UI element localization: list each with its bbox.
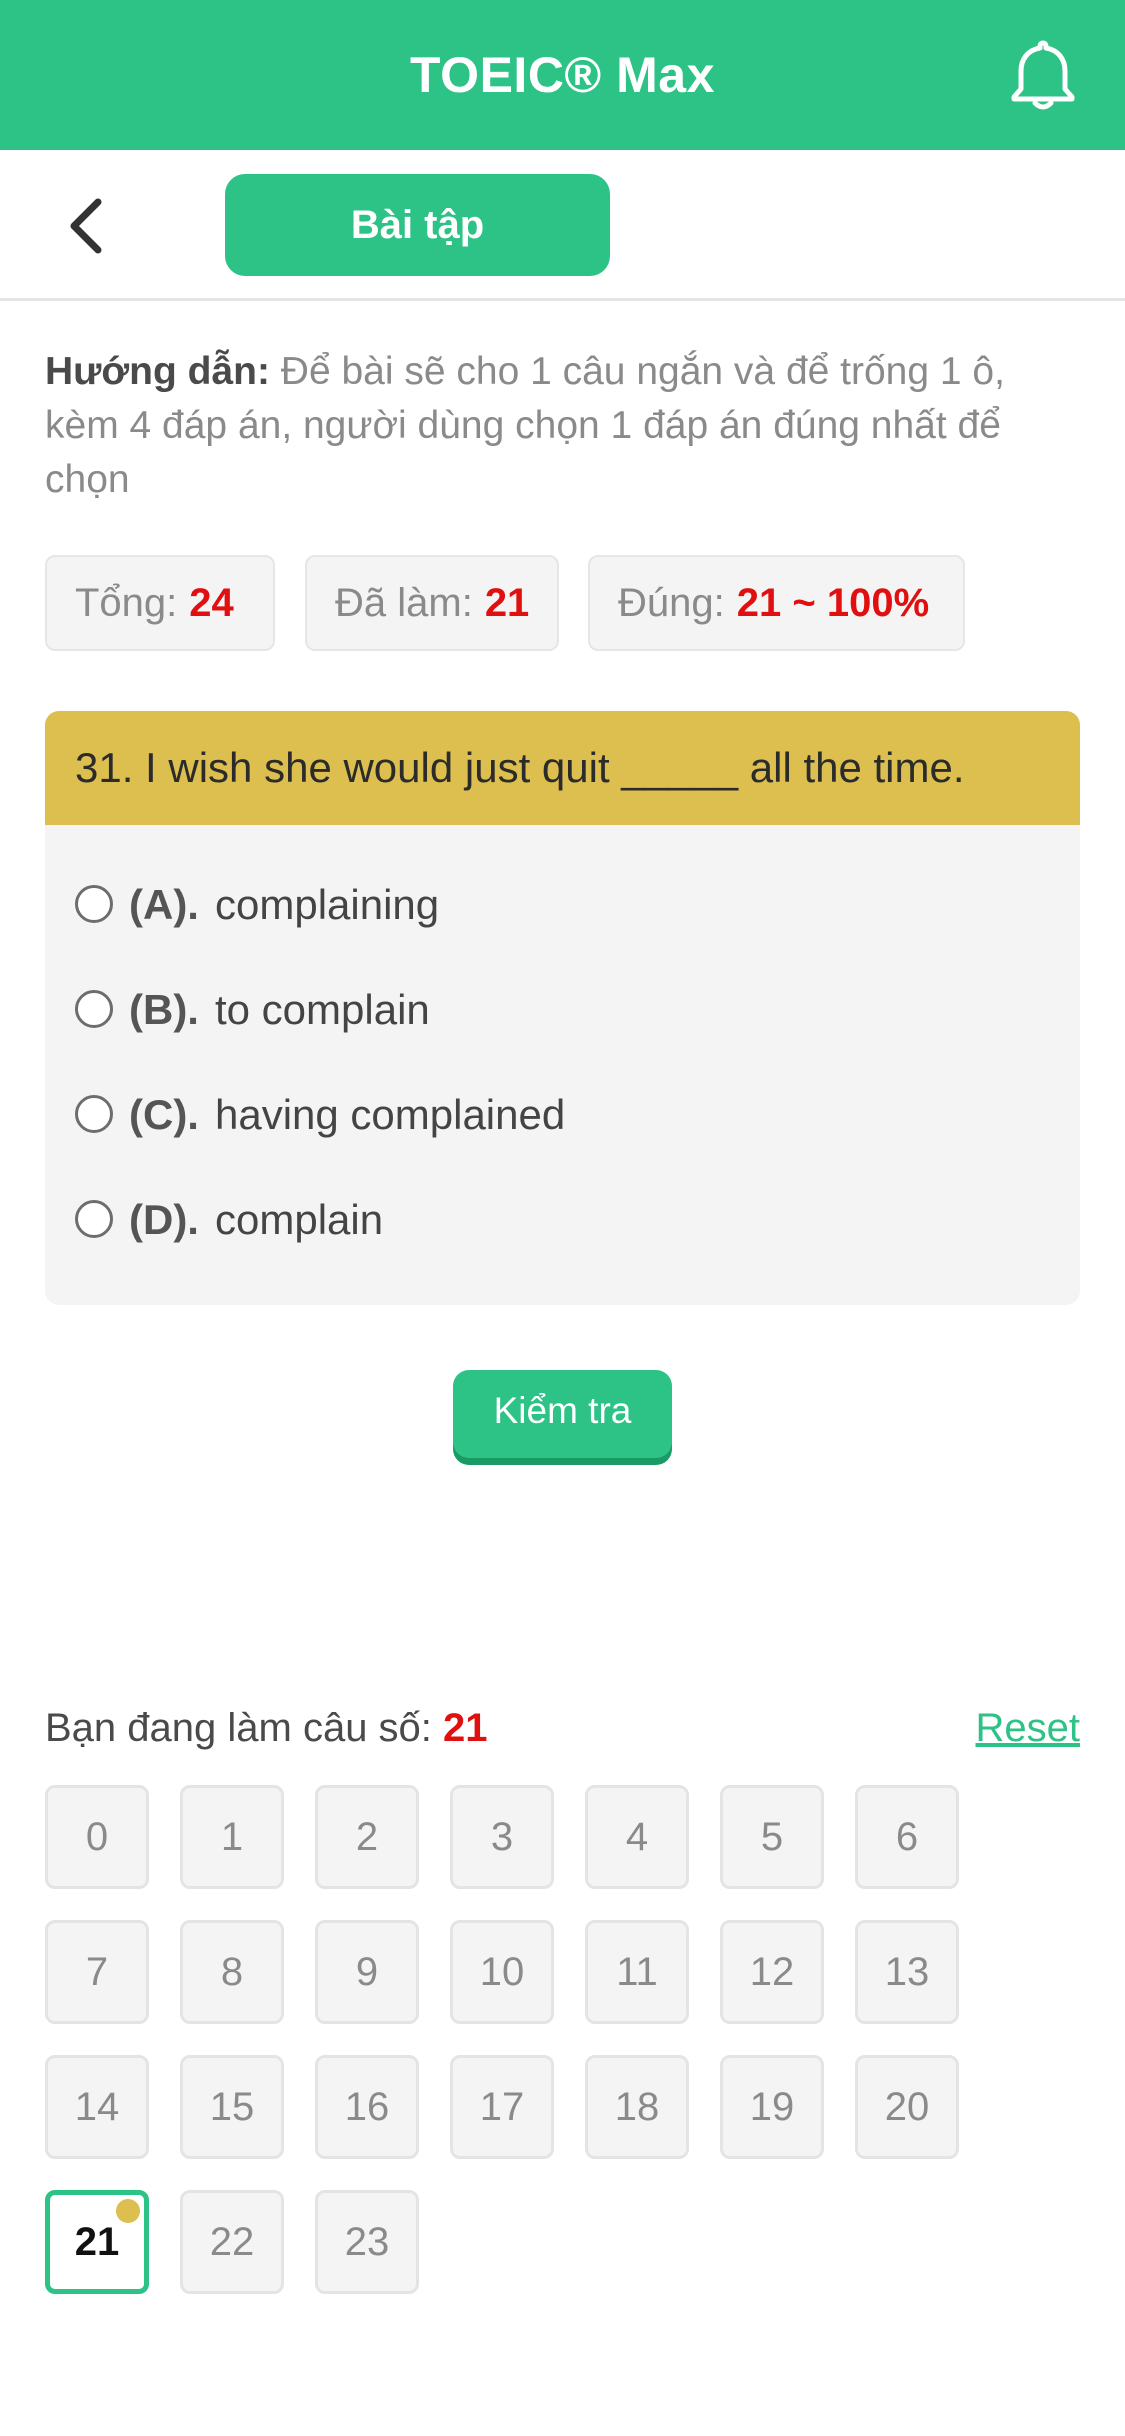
- stat-total-value: 24: [189, 581, 234, 625]
- question-number-cell[interactable]: 7: [45, 1920, 149, 2024]
- question-number-cell[interactable]: 21: [45, 2190, 149, 2294]
- question-number-cell[interactable]: 11: [585, 1920, 689, 2024]
- stat-total: Tổng: 24: [45, 555, 275, 651]
- stat-done: Đã làm: 21: [305, 555, 559, 651]
- option-text: to complain: [214, 986, 430, 1033]
- question-number-cell[interactable]: 8: [180, 1920, 284, 2024]
- question-number-cell[interactable]: 2: [315, 1785, 419, 1889]
- question-number-cell[interactable]: 14: [45, 2055, 149, 2159]
- radio-button[interactable]: [75, 1199, 113, 1238]
- question-number-cell[interactable]: 15: [180, 2055, 284, 2159]
- option-d[interactable]: (D). complain: [75, 1180, 383, 1260]
- bell-icon[interactable]: [1008, 37, 1078, 113]
- reset-link[interactable]: Reset: [960, 1700, 1081, 1756]
- question-number-cell[interactable]: 13: [855, 1920, 959, 2024]
- app-header: TOEIC® Max: [0, 0, 1125, 150]
- question-card: 31. I wish she would just quit _____ all…: [45, 711, 1080, 1305]
- question-number-cell[interactable]: 12: [720, 1920, 824, 2024]
- question-number-cell[interactable]: 4: [585, 1785, 689, 1889]
- app-title: TOEIC® Max: [410, 47, 715, 103]
- stat-correct-label: Đúng:: [618, 581, 725, 625]
- current-question-text: Bạn đang làm câu số:: [45, 1706, 432, 1750]
- question-number-cell[interactable]: 10: [450, 1920, 554, 2024]
- radio-button[interactable]: [75, 989, 113, 1028]
- stat-done-value: 21: [484, 581, 530, 625]
- sub-navigation: Bài tập: [0, 150, 1125, 301]
- question-number-cell[interactable]: 19: [720, 2055, 824, 2159]
- current-question-label: Bạn đang làm câu số: 21: [45, 1700, 488, 1756]
- option-text: complain: [214, 1196, 384, 1243]
- radio-button[interactable]: [75, 884, 113, 923]
- question-text: 31. I wish she would just quit _____ all…: [45, 711, 1080, 825]
- question-number-cell[interactable]: 20: [855, 2055, 959, 2159]
- question-number-cell[interactable]: 0: [45, 1785, 149, 1889]
- instructions-label: Hướng dẫn:: [45, 350, 270, 393]
- option-letter: (A).: [129, 881, 199, 928]
- current-question-number: 21: [443, 1706, 488, 1750]
- tab-exercises[interactable]: Bài tập: [225, 174, 610, 276]
- question-number-cell[interactable]: 23: [315, 2190, 419, 2294]
- stat-correct-value: 21 ~ 100%: [736, 581, 930, 625]
- option-text: complaining: [214, 881, 440, 928]
- check-button[interactable]: Kiểm tra: [453, 1370, 672, 1458]
- question-number-cell[interactable]: 17: [450, 2055, 554, 2159]
- question-number-cell[interactable]: 22: [180, 2190, 284, 2294]
- question-number-cell[interactable]: 5: [720, 1785, 824, 1889]
- stat-done-label: Đã làm:: [335, 581, 473, 625]
- radio-button[interactable]: [75, 1094, 113, 1133]
- question-number-cell[interactable]: 9: [315, 1920, 419, 2024]
- question-number-cell[interactable]: 3: [450, 1785, 554, 1889]
- question-number-cell[interactable]: 18: [585, 2055, 689, 2159]
- question-number-cell[interactable]: 1: [180, 1785, 284, 1889]
- option-a[interactable]: (A). complaining: [75, 865, 439, 945]
- option-letter: (B).: [129, 986, 199, 1033]
- question-number-cell[interactable]: 6: [855, 1785, 959, 1889]
- stat-correct: Đúng: 21 ~ 100%: [588, 555, 965, 651]
- option-letter: (C).: [129, 1091, 199, 1138]
- option-b[interactable]: (B). to complain: [75, 970, 430, 1050]
- instructions: Hướng dẫn: Để bài sẽ cho 1 câu ngắn và đ…: [45, 345, 1085, 507]
- stat-total-label: Tổng:: [75, 581, 178, 625]
- option-c[interactable]: (C). having complained: [75, 1075, 565, 1155]
- chevron-left-icon[interactable]: [60, 194, 120, 258]
- question-number-cell[interactable]: 16: [315, 2055, 419, 2159]
- current-indicator-dot: [116, 2199, 140, 2223]
- option-letter: (D).: [129, 1196, 199, 1243]
- option-text: having complained: [214, 1091, 566, 1138]
